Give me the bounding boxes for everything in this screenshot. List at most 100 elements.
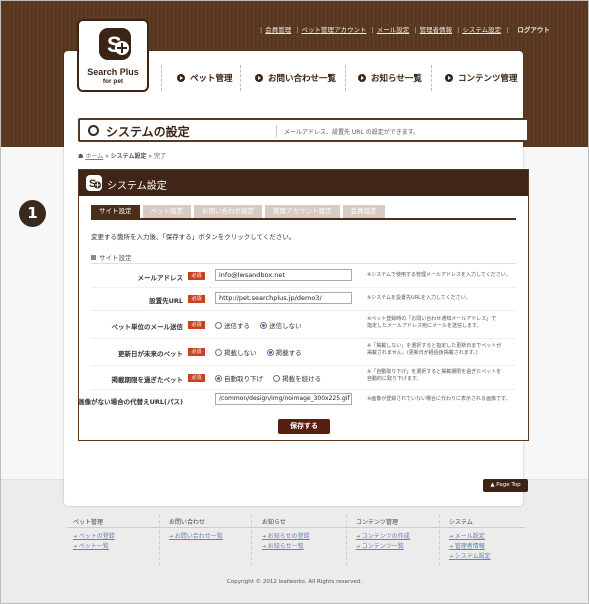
site-logo[interactable]: S Search Plus for pet [77,19,149,92]
footer-link[interactable]: コンテンツ一覧 [356,542,410,552]
radio-hide[interactable]: 掲載しない [215,349,257,357]
topnav-pet-accounts[interactable]: ペット管理アカウント [301,26,366,34]
footer-heading: お問い合わせ [169,519,206,526]
logo-title: Search Plus [87,67,139,77]
footer-link[interactable]: コンテンツの作成 [356,532,410,542]
radio-dont-send[interactable]: 送信しない [260,322,302,330]
breadcrumb-status: 完了 [154,153,167,160]
row-divider [91,310,516,311]
radio-button-selected [215,375,222,382]
footer-column-inquiries: お問い合わせ お問い合わせ一覧 [169,517,223,542]
browser-frame: | 会員管理 | ペット管理アカウント | メール設定 | 管理者情報 | システム設定 … [0,0,589,604]
footer-heading: ペット管理 [73,519,104,526]
tab-underline [91,218,516,220]
topnav-mail-settings[interactable]: メール設定 [377,26,410,34]
page-description: メールアドレス、設置先 URL の設定ができます。 [284,129,420,136]
radio-label: 掲載を続ける [282,375,322,383]
gnav-inquiries[interactable]: お問い合わせ一覧 [255,68,336,88]
footer-separator [346,515,347,565]
search-plus-icon: S [86,175,102,191]
radio-label: 送信しない [269,322,302,330]
breadcrumb-home[interactable]: ホーム [85,153,103,160]
topnav-members[interactable]: 会員管理 [265,26,291,34]
field-note: ※システムで使用する管理メールアドレスを入力してください。 [367,272,511,278]
footer-link[interactable]: お問い合わせ一覧 [169,532,223,542]
radio-label: 送信する [224,322,250,330]
gnav-label: お知らせ一覧 [371,74,422,84]
required-badge: 必須 [188,374,205,382]
breadcrumb-separator: » [148,153,153,160]
topnav-system-settings[interactable]: システム設定 [462,26,501,34]
tab-pet-settings[interactable]: ペット設定 [142,205,191,218]
footer-link[interactable]: ペット一覧 [73,542,115,552]
page-top-button[interactable]: ▲ Page Top [483,479,528,492]
gnav-label: ペット管理 [190,74,233,84]
arrow-circle-icon [177,74,185,82]
field-label: ペット単位のメール送信 [111,323,184,331]
required-badge: 必須 [188,295,205,303]
footer-separator [159,515,160,565]
topnav-admin-info[interactable]: 管理者情報 [420,26,453,34]
footer-column-system: システム メール設定 管理者情報 システム設定 [449,517,491,562]
tab-site-settings[interactable]: サイト設定 [91,205,140,218]
field-note: ※システムを設置先URLを入力してください。 [367,295,471,301]
radio-button-selected [266,349,274,356]
system-settings-panel: S システム設定 サイト設定 ペット設定 お問い合わせ設定 管理アカウント設定 … [78,169,529,441]
footer-link[interactable]: システム設定 [449,552,491,562]
footer-link[interactable]: お知らせの登録 [262,532,310,542]
footer-link[interactable]: ペットの登録 [73,532,115,542]
search-plus-logo-icon: S [99,28,131,60]
step-badge: 1 [19,200,46,227]
tab-admin-account-settings[interactable]: 管理アカウント設定 [265,205,340,218]
page-title: システムの設定 [106,125,190,139]
radio-show[interactable]: 掲載する [266,349,302,357]
footer-column-pets: ペット管理 ペットの登録 ペット一覧 [73,517,115,552]
radio-label: 掲載しない [224,349,257,357]
field-note: ※画像が登録されていない場合に代わりに表示される画像です。 [367,396,511,402]
email-input[interactable]: info@lwsandbox.net [215,269,352,281]
panel-header: S システム設定 [79,170,528,196]
instructions-text: 変更する箇所を入力後、「保存する」ボタンをクリックしてください。 [91,233,296,241]
gnav-news[interactable]: お知らせ一覧 [358,68,422,88]
top-navigation: | 会員管理 | ペット管理アカウント | メール設定 | 管理者情報 | システム設定 … [260,26,550,34]
nav-divider [345,65,346,91]
page-title-box: システムの設定 メールアドレス、設置先 URL の設定ができます。 [78,118,529,142]
gnav-label: お問い合わせ一覧 [268,74,337,84]
field-note: ※「自動取り下げ」を選択すると掲載期限を過ぎたペットを 自動的に取り下げます。 [367,369,502,382]
gnav-pet-management[interactable]: ペット管理 [177,68,233,88]
expired-radio-group: 自動取り下げ 掲載を続ける [215,373,329,383]
install-url-input[interactable]: http://pet.searchplus.jp/demo3/ [215,292,352,304]
gnav-content-management[interactable]: コンテンツ管理 [445,68,518,88]
footer-link[interactable]: お知らせ一覧 [262,542,310,552]
radio-auto-withdraw[interactable]: 自動取り下げ [215,375,263,383]
footer-column-content: コンテンツ管理 コンテンツの作成 コンテンツ一覧 [356,517,410,552]
footer-heading: コンテンツ管理 [356,519,399,526]
radio-send[interactable]: 送信する [215,322,250,330]
logout-link[interactable]: ログアウト [517,26,550,34]
footer-heading: システム [449,519,473,526]
field-label: 掲載期限を過ぎたペット [111,376,184,384]
field-note: ※ペット登録時の「お問い合わせ通知メールアドレス」で 指定したメールアドレス宛に… [367,316,497,329]
breadcrumb-separator: » [105,153,109,160]
row-divider [91,389,516,390]
field-label: 設置先URL [149,297,183,305]
noimage-url-input[interactable]: /common/design/img/noimage_300x225.gif [215,393,352,405]
radio-button [215,322,222,329]
breadcrumb-current: システム設定 [110,153,147,160]
logo-subtitle: for pet [102,78,124,85]
radio-label: 掲載する [275,349,302,357]
field-label: 画像がない場合の代替えURL(パス) [78,398,183,406]
nav-divider [431,65,432,91]
tab-inquiry-settings[interactable]: お問い合わせ設定 [194,205,262,218]
radio-keep-listing[interactable]: 掲載を続ける [273,375,321,383]
panel-title: システム設定 [107,181,167,192]
tab-member-settings[interactable]: 会員設定 [342,205,385,218]
radio-button-selected [260,322,268,329]
home-icon: ☗ [78,153,84,160]
footer-link[interactable]: メール設定 [449,532,491,542]
row-divider [91,287,516,288]
footer-separator [251,515,252,565]
save-button[interactable]: 保存する [278,419,330,434]
footer-link[interactable]: 管理者情報 [449,542,491,552]
arrow-circle-icon [255,74,263,82]
